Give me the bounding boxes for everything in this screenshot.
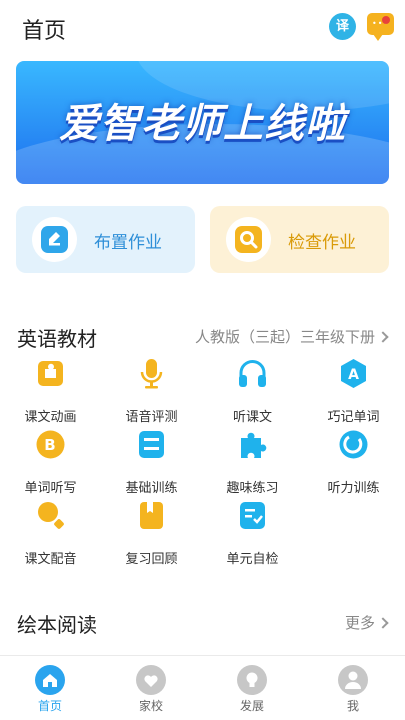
banner-text: 爱智老师上线啦 [59, 101, 346, 147]
picture-book-title: 绘本阅读 [17, 613, 97, 637]
headphones-icon [237, 358, 268, 389]
chevron-right-icon [377, 331, 389, 343]
more-label: 更多 [344, 614, 375, 632]
promo-banner[interactable]: 爱智老师上线啦 [16, 61, 389, 184]
dubbing-icon [35, 500, 66, 531]
top-bar: 首页 译 ••• [0, 0, 405, 56]
ear-swirl-icon [338, 429, 369, 460]
notification-dot [382, 16, 390, 24]
tab-home[interactable]: 首页 [20, 665, 80, 714]
page-title: 首页 [22, 19, 67, 44]
picture-book-more-link[interactable]: 更多 [344, 612, 389, 633]
heart-chat-icon [136, 665, 166, 695]
letter-a-hexagon-icon: A [338, 358, 369, 389]
letter-b-circle-icon: B [35, 429, 66, 460]
tab-me[interactable]: 我 [323, 665, 383, 714]
bottom-tab-bar: 首页 家校 发展 我 [0, 656, 405, 720]
check-homework-button[interactable]: 检查作业 [210, 206, 389, 273]
jigsaw-icon [237, 429, 268, 460]
microphone-icon [136, 358, 167, 389]
assign-homework-button[interactable]: 布置作业 [16, 206, 195, 273]
book-icon [136, 500, 167, 531]
lightbulb-icon [237, 665, 267, 695]
pencil-icon [41, 226, 68, 253]
textbook-edition-label: 人教版（三起）三年级下册 [194, 328, 375, 346]
textbook-edition-selector[interactable]: 人教版（三起）三年级下册 [194, 326, 389, 347]
english-textbook-title: 英语教材 [17, 327, 97, 351]
blocks-icon [136, 429, 167, 460]
user-icon [338, 665, 368, 695]
home-icon [35, 665, 65, 695]
magnifier-icon [235, 226, 262, 253]
puzzle-piece-icon [35, 358, 66, 389]
check-homework-label: 检查作业 [288, 233, 356, 253]
tab-development[interactable]: 发展 [222, 665, 282, 714]
message-icon[interactable]: ••• [367, 13, 394, 41]
translate-button[interactable]: 译 [329, 13, 356, 40]
assign-homework-label: 布置作业 [94, 233, 162, 253]
chevron-right-icon [377, 617, 389, 629]
tab-home-school[interactable]: 家校 [121, 665, 181, 714]
svg-text:B: B [44, 436, 55, 454]
checklist-icon [237, 500, 268, 531]
svg-text:A: A [348, 367, 359, 383]
